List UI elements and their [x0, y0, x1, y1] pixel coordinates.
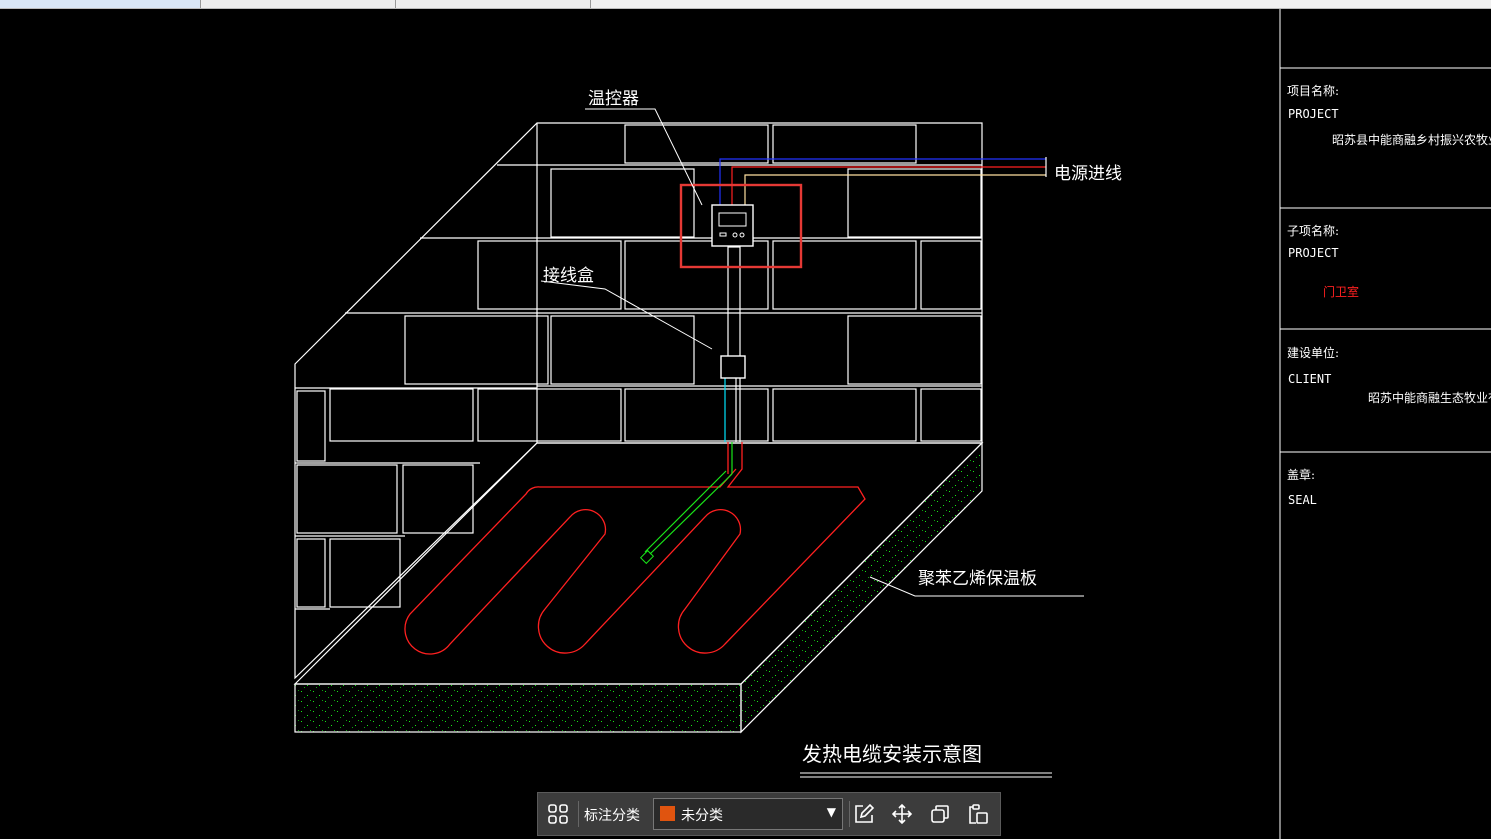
subitem-value: 门卫室: [1323, 285, 1360, 299]
client-value: 昭苏中能商融生态牧业有限公: [1368, 391, 1491, 405]
label-power-in: 电源进线: [1054, 164, 1122, 184]
chevron-down-icon[interactable]: ▼: [827, 805, 836, 819]
thermostat: [679, 183, 803, 269]
cad-drawing-canvas[interactable]: 温控器 接线盒 电源进线 聚苯乙烯保温板 发热电缆安装示意图: [0, 9, 1491, 839]
annotation-toolbar: 标注分类 未分类 ▼: [537, 792, 1001, 836]
tab-drawing-3[interactable]: [397, 0, 591, 8]
category-color-swatch: [660, 806, 675, 821]
project-value: 昭苏县中能商融乡村振兴农牧业全产业: [1332, 133, 1491, 147]
category-label: 标注分类: [584, 808, 640, 824]
seal-label: 盖章:: [1287, 468, 1316, 482]
paste-icon[interactable]: [964, 800, 992, 828]
heating-cable: [404, 442, 866, 655]
project-label: PROJECT: [1288, 107, 1339, 121]
tab-drawing-1[interactable]: [0, 0, 201, 8]
tab-drawing-2[interactable]: [202, 0, 396, 8]
category-value: 未分类: [681, 808, 723, 824]
edit-icon[interactable]: [850, 800, 878, 828]
client-name-label: 建设单位:: [1287, 346, 1340, 360]
category-select[interactable]: 未分类 ▼: [653, 798, 843, 830]
drawing-title: 发热电缆安装示意图: [802, 742, 982, 766]
label-thermostat: 温控器: [588, 89, 639, 109]
junction-box: [720, 355, 746, 379]
subitem-project-label: PROJECT: [1288, 246, 1339, 260]
move-icon[interactable]: [888, 800, 916, 828]
grid-icon[interactable]: [544, 800, 572, 828]
project-name-label: 项目名称:: [1287, 84, 1340, 98]
app-top-bar: [0, 0, 1491, 9]
client-label: CLIENT: [1288, 372, 1332, 386]
seal-value: SEAL: [1288, 493, 1317, 507]
copy-icon[interactable]: [926, 800, 954, 828]
label-junction-box: 接线盒: [543, 266, 594, 286]
label-insulation: 聚苯乙烯保温板: [918, 569, 1037, 589]
subitem-name-label: 子项名称:: [1287, 224, 1340, 238]
power-wiring: [719, 157, 1047, 442]
